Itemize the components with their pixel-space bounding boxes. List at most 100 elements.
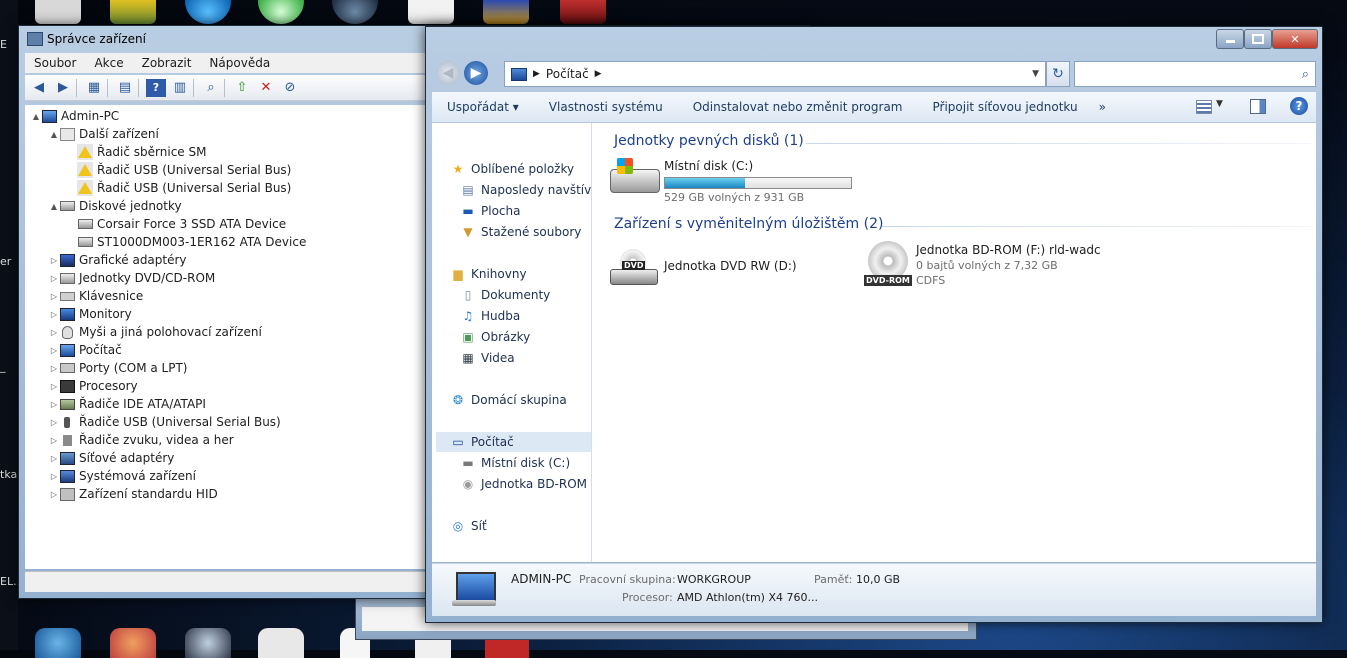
help-icon[interactable]: ? bbox=[1290, 97, 1308, 115]
update-driver-icon[interactable]: ⇧ bbox=[232, 79, 252, 97]
expand-icon[interactable]: ▷ bbox=[49, 454, 59, 463]
nav-item[interactable]: ❂ Domácí skupina bbox=[450, 390, 567, 410]
nav-item[interactable]: ▬ Plocha bbox=[460, 201, 520, 221]
tree-item[interactable]: ▷ Počítač bbox=[49, 341, 122, 359]
desktop-shortcut-icon[interactable] bbox=[35, 0, 81, 24]
expand-icon[interactable]: ▷ bbox=[49, 436, 59, 445]
nav-item[interactable]: ◎ Síť bbox=[450, 516, 487, 536]
desktop-shortcut-icon[interactable] bbox=[408, 0, 454, 24]
refresh-button[interactable]: ↻ bbox=[1046, 61, 1070, 87]
expand-icon[interactable]: ▷ bbox=[49, 274, 59, 283]
tree-item[interactable]: ▷ Procesory bbox=[49, 377, 138, 395]
expand-icon[interactable]: ▷ bbox=[49, 328, 59, 337]
collapse-icon[interactable]: ▲ bbox=[49, 130, 59, 139]
tree-item[interactable]: ▷ Myši a jiná polohovací zařízení bbox=[49, 323, 262, 341]
help-icon[interactable]: ? bbox=[146, 78, 166, 97]
group-removable-header[interactable]: Zařízení s vyměnitelným úložištěm (2) bbox=[614, 216, 883, 232]
desktop-shortcut-icon[interactable] bbox=[35, 628, 81, 658]
tree-item[interactable]: ▷ Síťové adaptéry bbox=[49, 449, 174, 467]
group-hard-disks-header[interactable]: Jednotky pevných disků (1) bbox=[614, 133, 804, 149]
search-input[interactable] bbox=[1081, 66, 1295, 82]
tree-item[interactable]: ▷ Porty (COM a LPT) bbox=[49, 359, 188, 377]
expand-icon[interactable]: ▷ bbox=[49, 490, 59, 499]
nav-item[interactable]: ▯ Dokumenty bbox=[460, 285, 551, 305]
desktop-shortcut-icon[interactable] bbox=[110, 628, 156, 658]
expand-icon[interactable]: ▷ bbox=[49, 346, 59, 355]
desktop-shortcut-icon[interactable] bbox=[258, 628, 304, 658]
back-arrow-icon[interactable]: ◀ bbox=[29, 79, 49, 97]
search-box[interactable]: ⌕ bbox=[1074, 61, 1316, 87]
view-options-icon[interactable] bbox=[1196, 100, 1212, 114]
collapse-icon[interactable]: ▲ bbox=[31, 112, 41, 121]
desktop-icon-label[interactable]: E bbox=[0, 38, 7, 51]
scan-hardware-icon[interactable]: ⌕ bbox=[201, 79, 221, 97]
address-bar[interactable]: ▶ Počítač ▶ ▼ bbox=[504, 61, 1046, 87]
expand-icon[interactable]: ▷ bbox=[49, 292, 59, 301]
map-network-drive-button[interactable]: Připojit síťovou jednotku bbox=[917, 100, 1092, 114]
nav-item[interactable]: ▼ Stažené soubory bbox=[460, 222, 581, 242]
more-commands-button[interactable]: » bbox=[1093, 100, 1112, 114]
steam-icon[interactable] bbox=[332, 0, 378, 24]
uninstall-program-button[interactable]: Odinstalovat nebo změnit program bbox=[678, 100, 918, 114]
tree-item[interactable]: ▷ Klávesnice bbox=[49, 287, 143, 305]
expand-icon[interactable]: ▷ bbox=[49, 310, 59, 319]
nav-item[interactable]: ▣ Obrázky bbox=[460, 327, 530, 347]
back-button[interactable]: ◀ bbox=[436, 61, 460, 85]
nav-item[interactable]: ▦ Videa bbox=[460, 348, 514, 368]
expand-icon[interactable]: ▷ bbox=[49, 382, 59, 391]
tree-item[interactable]: ▲ Diskové jednotky bbox=[49, 197, 182, 215]
local-disk-item[interactable]: Místní disk (C:) 529 GB volných z 931 GB bbox=[610, 157, 890, 207]
tree-item[interactable]: ▷ Grafické adaptéry bbox=[49, 251, 187, 269]
breadcrumb-pocitac[interactable]: Počítač bbox=[546, 67, 589, 81]
desktop-shortcut-icon[interactable] bbox=[185, 0, 231, 24]
tree-item[interactable]: ST1000DM003-1ER162 ATA Device bbox=[67, 233, 306, 251]
show-hide-tree-icon[interactable]: ▦ bbox=[84, 79, 104, 97]
action-pane-icon[interactable]: ▥ bbox=[170, 79, 190, 97]
nav-item[interactable]: ▭ Počítač bbox=[436, 432, 591, 452]
expand-icon[interactable]: ▷ bbox=[49, 400, 59, 409]
collapse-icon[interactable]: ▲ bbox=[49, 202, 59, 211]
nav-item[interactable]: ★ Oblíbené položky bbox=[450, 159, 574, 179]
tree-item[interactable]: Řadič USB (Universal Serial Bus) bbox=[67, 179, 291, 197]
desktop-shortcut-icon[interactable] bbox=[185, 628, 231, 658]
expand-icon[interactable]: ▷ bbox=[49, 364, 59, 373]
expand-icon[interactable]: ▷ bbox=[49, 256, 59, 265]
desktop-shortcut-icon[interactable] bbox=[560, 0, 606, 24]
utorrent-icon[interactable] bbox=[258, 0, 304, 24]
tree-item[interactable]: ▷ Řadiče IDE ATA/ATAPI bbox=[49, 395, 206, 413]
maximize-button[interactable] bbox=[1244, 29, 1272, 49]
desktop-icon-label[interactable]: er bbox=[0, 255, 11, 268]
menu-zobrazit[interactable]: Zobrazit bbox=[133, 56, 201, 70]
desktop-shortcut-icon[interactable] bbox=[483, 0, 529, 24]
tree-item[interactable]: ▲ Další zařízení bbox=[49, 125, 159, 143]
nav-item[interactable]: ▬ Místní disk (C:) bbox=[460, 453, 570, 473]
tree-item[interactable]: ▷ Jednotky DVD/CD-ROM bbox=[49, 269, 215, 287]
forward-arrow-icon[interactable]: ▶ bbox=[53, 79, 73, 97]
desktop-icon-label[interactable]: _ bbox=[0, 360, 6, 373]
nav-item[interactable]: ▤ Naposledy navštívené bbox=[460, 180, 591, 200]
tree-item[interactable]: Řadič USB (Universal Serial Bus) bbox=[67, 161, 291, 179]
desktop-shortcut-icon[interactable] bbox=[110, 0, 156, 24]
system-properties-button[interactable]: Vlastnosti systému bbox=[534, 100, 678, 114]
address-dropdown-icon[interactable]: ▼ bbox=[1032, 69, 1039, 79]
search-icon[interactable]: ⌕ bbox=[1302, 67, 1309, 82]
menu-akce[interactable]: Akce bbox=[85, 56, 132, 70]
tree-item[interactable]: ▷ Zařízení standardu HID bbox=[49, 485, 218, 503]
expand-icon[interactable]: ▷ bbox=[49, 418, 59, 427]
tree-item[interactable]: Corsair Force 3 SSD ATA Device bbox=[67, 215, 286, 233]
view-dropdown-icon[interactable]: ▼ bbox=[1216, 99, 1223, 109]
tree-item[interactable]: ▲ Admin-PC bbox=[31, 107, 119, 125]
bd-rom-item[interactable]: DVD-ROM Jednotka BD-ROM (F:) rld-wadc 0 … bbox=[864, 241, 1164, 297]
preview-pane-icon[interactable] bbox=[1250, 99, 1266, 114]
tree-item[interactable]: ▷ Řadiče USB (Universal Serial Bus) bbox=[49, 413, 281, 431]
menu-napoveda[interactable]: Nápověda bbox=[200, 56, 279, 70]
forward-button[interactable]: ▶ bbox=[464, 61, 488, 85]
tree-item[interactable]: ▷ Systémová zařízení bbox=[49, 467, 196, 485]
tree-item[interactable]: Řadič sběrnice SM bbox=[67, 143, 206, 161]
minimize-button[interactable] bbox=[1216, 29, 1244, 49]
properties-icon[interactable]: ▤ bbox=[115, 79, 135, 97]
close-button[interactable]: ✕ bbox=[1272, 29, 1318, 49]
menu-soubor[interactable]: Soubor bbox=[25, 56, 85, 70]
nav-item[interactable]: ▆ Knihovny bbox=[450, 264, 526, 284]
dvd-drive-item[interactable]: DVD Jednotka DVD RW (D:) bbox=[610, 241, 840, 291]
